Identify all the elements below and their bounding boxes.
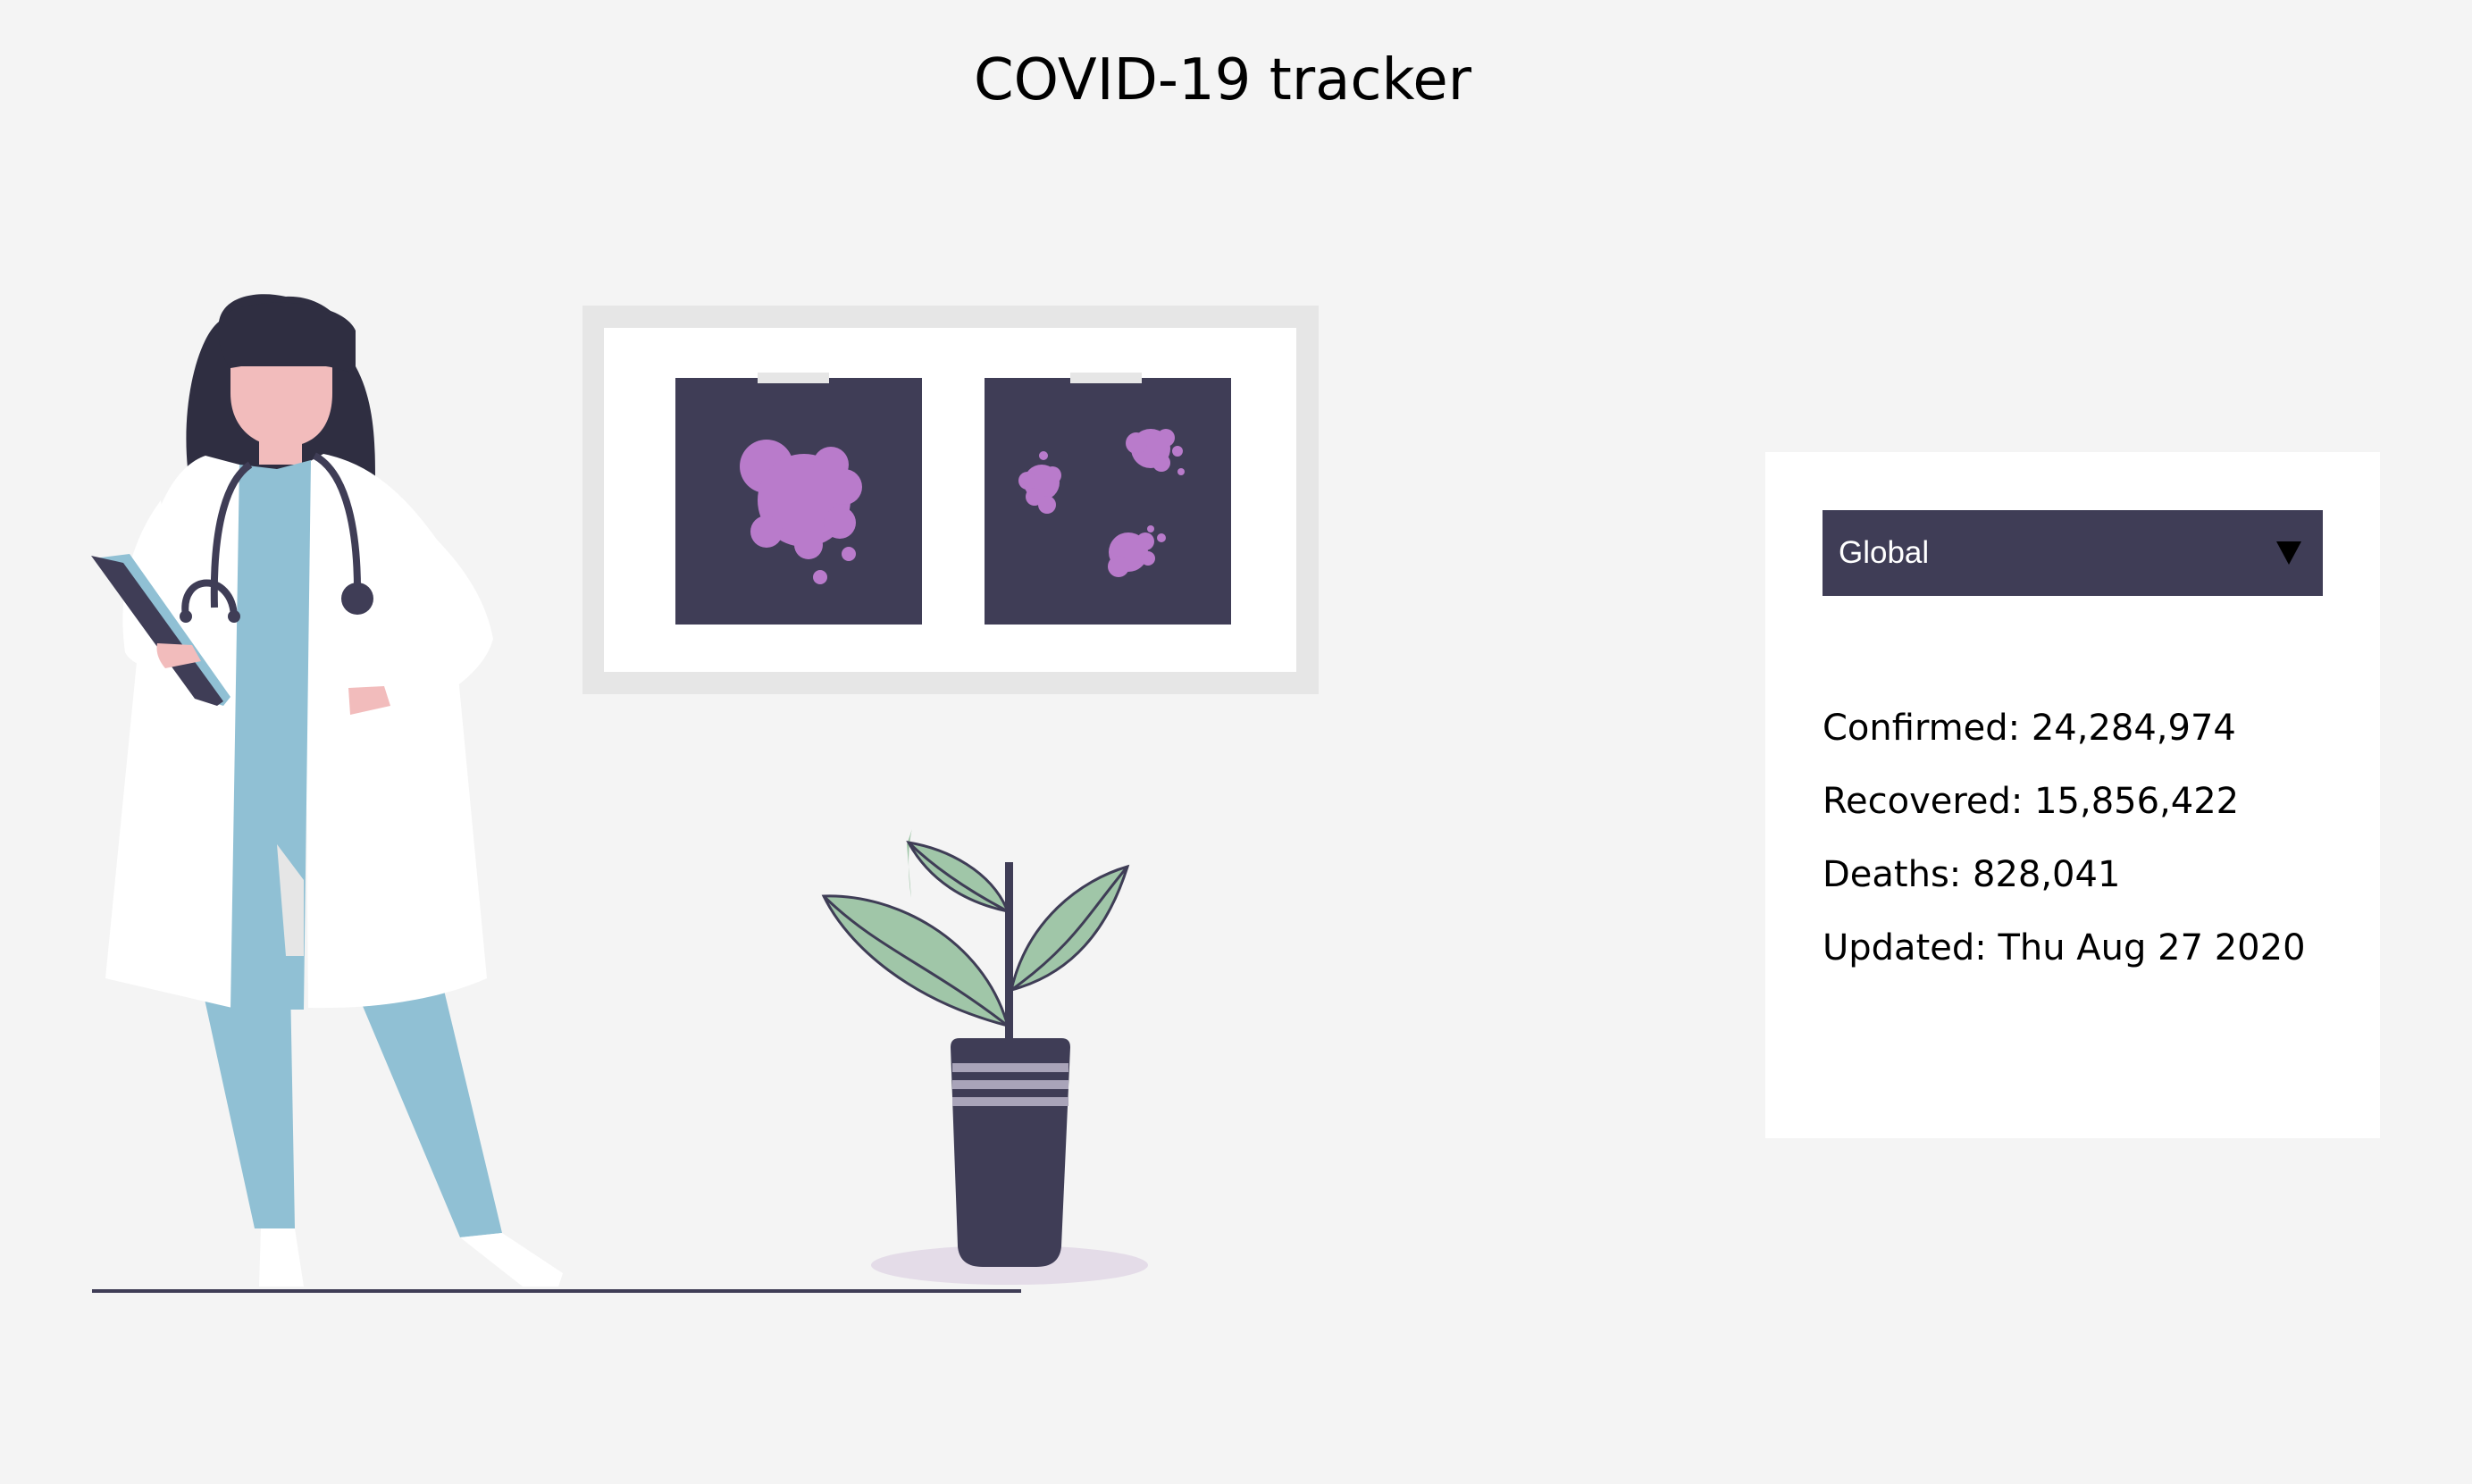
region-select[interactable]: Global: [1823, 510, 2323, 596]
plant-illustration: [821, 829, 1148, 1285]
confirmed-stat: Confirmed: 24,284,974: [1823, 708, 2236, 749]
doctor-figure: [91, 294, 563, 1287]
updated-stat: Updated: Thu Aug 27 2020: [1823, 927, 2306, 968]
stats-list: Confirmed: 24,284,974 Recovered: 15,856,…: [1823, 692, 2359, 985]
page: COVID-19 tracker Global Confirmed: 24,28…: [0, 0, 2472, 1484]
triangle-down-icon: [2276, 541, 2301, 565]
region-select-value: Global: [1839, 535, 1930, 570]
stats-card: Global Confirmed: 24,284,974 Recovered: …: [1765, 452, 2380, 1138]
virus-frame: [582, 306, 1319, 694]
recovered-stat: Recovered: 15,856,422: [1823, 781, 2240, 822]
deaths-stat: Deaths: 828,041: [1823, 854, 2121, 895]
doctor-illustration: [91, 294, 1319, 1293]
